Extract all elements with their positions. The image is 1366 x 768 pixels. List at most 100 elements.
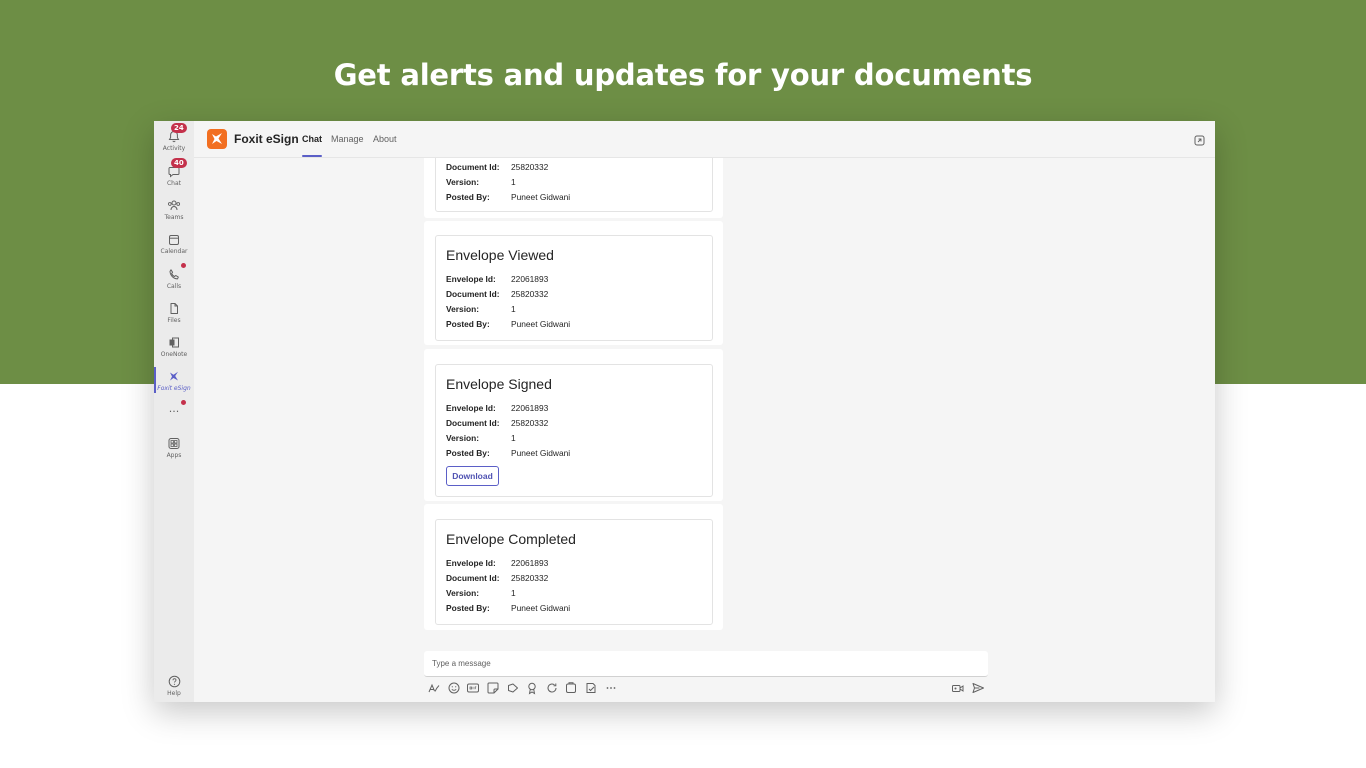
- calendar-icon: [154, 233, 194, 247]
- rail-label-foxit-esign: Foxit eSign: [157, 385, 191, 392]
- sticker-icon[interactable]: [486, 681, 500, 695]
- rail-item-files[interactable]: Files: [154, 302, 194, 324]
- rail-label-files: Files: [167, 317, 181, 324]
- rail-item-calendar[interactable]: Calendar: [154, 233, 194, 255]
- detail-value: 22061893: [511, 274, 549, 284]
- detail-row: Version: 1: [446, 588, 516, 598]
- calls-notification-dot: [181, 263, 186, 268]
- rail-label-calendar: Calendar: [160, 248, 188, 255]
- chat-icon: 40: [154, 158, 194, 179]
- app-name: Foxit eSign: [234, 132, 299, 146]
- more-icon: ···: [168, 405, 180, 418]
- format-icon[interactable]: [427, 681, 441, 695]
- adaptive-card-envelope-completed: Envelope Completed Envelope Id: 22061893 …: [435, 519, 713, 625]
- help-icon: [154, 675, 194, 689]
- rail-item-chat[interactable]: 40 Chat: [154, 158, 194, 187]
- detail-row: Posted By: Puneet Gidwani: [446, 448, 570, 458]
- foxit-logo-icon: [207, 129, 227, 149]
- praise-icon[interactable]: [525, 681, 539, 695]
- rail-item-teams[interactable]: Teams: [154, 199, 194, 221]
- rail-item-apps[interactable]: Apps: [154, 437, 194, 459]
- chat-badge: 40: [171, 158, 187, 168]
- send-icon[interactable]: [971, 681, 985, 695]
- detail-key: Version:: [446, 177, 480, 187]
- detail-key: Document Id:: [446, 162, 500, 172]
- message-card-container: Envelope Completed Envelope Id: 22061893 …: [424, 504, 723, 630]
- rail-label-onenote: OneNote: [160, 351, 188, 358]
- rail-label-calls: Calls: [166, 283, 182, 290]
- rail-item-calls[interactable]: Calls: [154, 263, 194, 290]
- rail-label-help: Help: [167, 690, 181, 697]
- emoji-icon[interactable]: [447, 681, 461, 695]
- detail-value: 1: [511, 304, 516, 314]
- detail-key: Document Id:: [446, 418, 500, 428]
- rail-label-apps: Apps: [166, 452, 182, 459]
- app-rail: 24 Activity 40 Chat Teams Calendar Calls…: [154, 121, 194, 702]
- rail-label-activity: Activity: [162, 145, 186, 152]
- message-card-container: Envelope Viewed Envelope Id: 22061893 Doc…: [424, 221, 723, 345]
- detail-key: Envelope Id:: [446, 403, 496, 413]
- detail-row: Version: 1: [446, 433, 516, 443]
- detail-value: 25820332: [511, 289, 549, 299]
- onenote-icon: [154, 336, 194, 350]
- rail-label-teams: Teams: [164, 214, 184, 221]
- record-video-icon[interactable]: [951, 681, 965, 695]
- activity-badge: 24: [171, 123, 187, 133]
- detail-key: Posted By:: [446, 603, 490, 613]
- detail-row: Document Id: 25820332: [446, 418, 548, 428]
- teams-icon: [154, 199, 194, 213]
- detail-key: Posted By:: [446, 192, 490, 202]
- detail-key: Version:: [446, 588, 480, 598]
- download-button[interactable]: Download: [446, 466, 499, 486]
- more-options-icon[interactable]: [604, 681, 618, 695]
- apps-icon: [154, 437, 194, 451]
- detail-value: 1: [511, 588, 516, 598]
- detail-key: Version:: [446, 304, 480, 314]
- adaptive-card-envelope-viewed: Envelope Viewed Envelope Id: 22061893 Doc…: [435, 235, 713, 341]
- rail-item-help[interactable]: Help: [154, 675, 194, 697]
- phone-icon: [154, 268, 194, 282]
- detail-value: 25820332: [511, 418, 549, 428]
- detail-value: Puneet Gidwani: [511, 319, 571, 329]
- detail-row: Document Id: 25820332: [446, 573, 548, 583]
- more-notification-dot: [181, 400, 186, 405]
- card-title: Envelope Completed: [446, 531, 576, 547]
- gif-icon[interactable]: [466, 681, 480, 695]
- tab-chat[interactable]: Chat: [302, 134, 322, 144]
- message-input[interactable]: [424, 651, 988, 676]
- detail-row: Document Id: 25820332: [446, 162, 548, 172]
- detail-value: Puneet Gidwani: [511, 192, 571, 202]
- detail-value: 1: [511, 433, 516, 443]
- detail-row: Posted By: Puneet Gidwani: [446, 192, 570, 202]
- meet-now-icon[interactable]: [506, 681, 520, 695]
- bell-icon: 24: [154, 123, 194, 144]
- card-title: Envelope Viewed: [446, 247, 554, 263]
- rail-item-activity[interactable]: 24 Activity: [154, 123, 194, 152]
- share-icon[interactable]: [564, 681, 578, 695]
- adaptive-card: Document Id: 25820332 Version: 1 Posted By…: [435, 158, 713, 212]
- detail-value: 25820332: [511, 573, 549, 583]
- detail-value: Puneet Gidwani: [511, 603, 571, 613]
- detail-row: Document Id: 25820332: [446, 289, 548, 299]
- teams-window: 24 Activity 40 Chat Teams Calendar Calls…: [154, 121, 1215, 702]
- message-card-container: Document Id: 25820332 Version: 1 Posted By…: [424, 158, 723, 218]
- headline: Get alerts and updates for your document…: [333, 58, 1033, 92]
- detail-key: Document Id:: [446, 289, 500, 299]
- rail-item-onenote[interactable]: OneNote: [154, 336, 194, 358]
- message-feed[interactable]: Document Id: 25820332 Version: 1 Posted By…: [424, 158, 724, 633]
- tab-manage[interactable]: Manage: [331, 134, 364, 144]
- active-tab-indicator: [302, 155, 322, 157]
- detail-key: Envelope Id:: [446, 274, 496, 284]
- loop-icon[interactable]: [545, 681, 559, 695]
- popout-icon[interactable]: [1194, 133, 1205, 151]
- detail-key: Version:: [446, 433, 480, 443]
- rail-item-foxit-esign[interactable]: Foxit eSign: [154, 370, 194, 392]
- detail-row: Version: 1: [446, 177, 516, 187]
- approvals-icon[interactable]: [584, 681, 598, 695]
- detail-key: Envelope Id:: [446, 558, 496, 568]
- file-icon: [154, 302, 194, 316]
- detail-row: Posted By: Puneet Gidwani: [446, 603, 570, 613]
- more-apps-button[interactable]: ···: [154, 400, 194, 418]
- tab-about[interactable]: About: [373, 134, 397, 144]
- detail-value: 25820332: [511, 162, 549, 172]
